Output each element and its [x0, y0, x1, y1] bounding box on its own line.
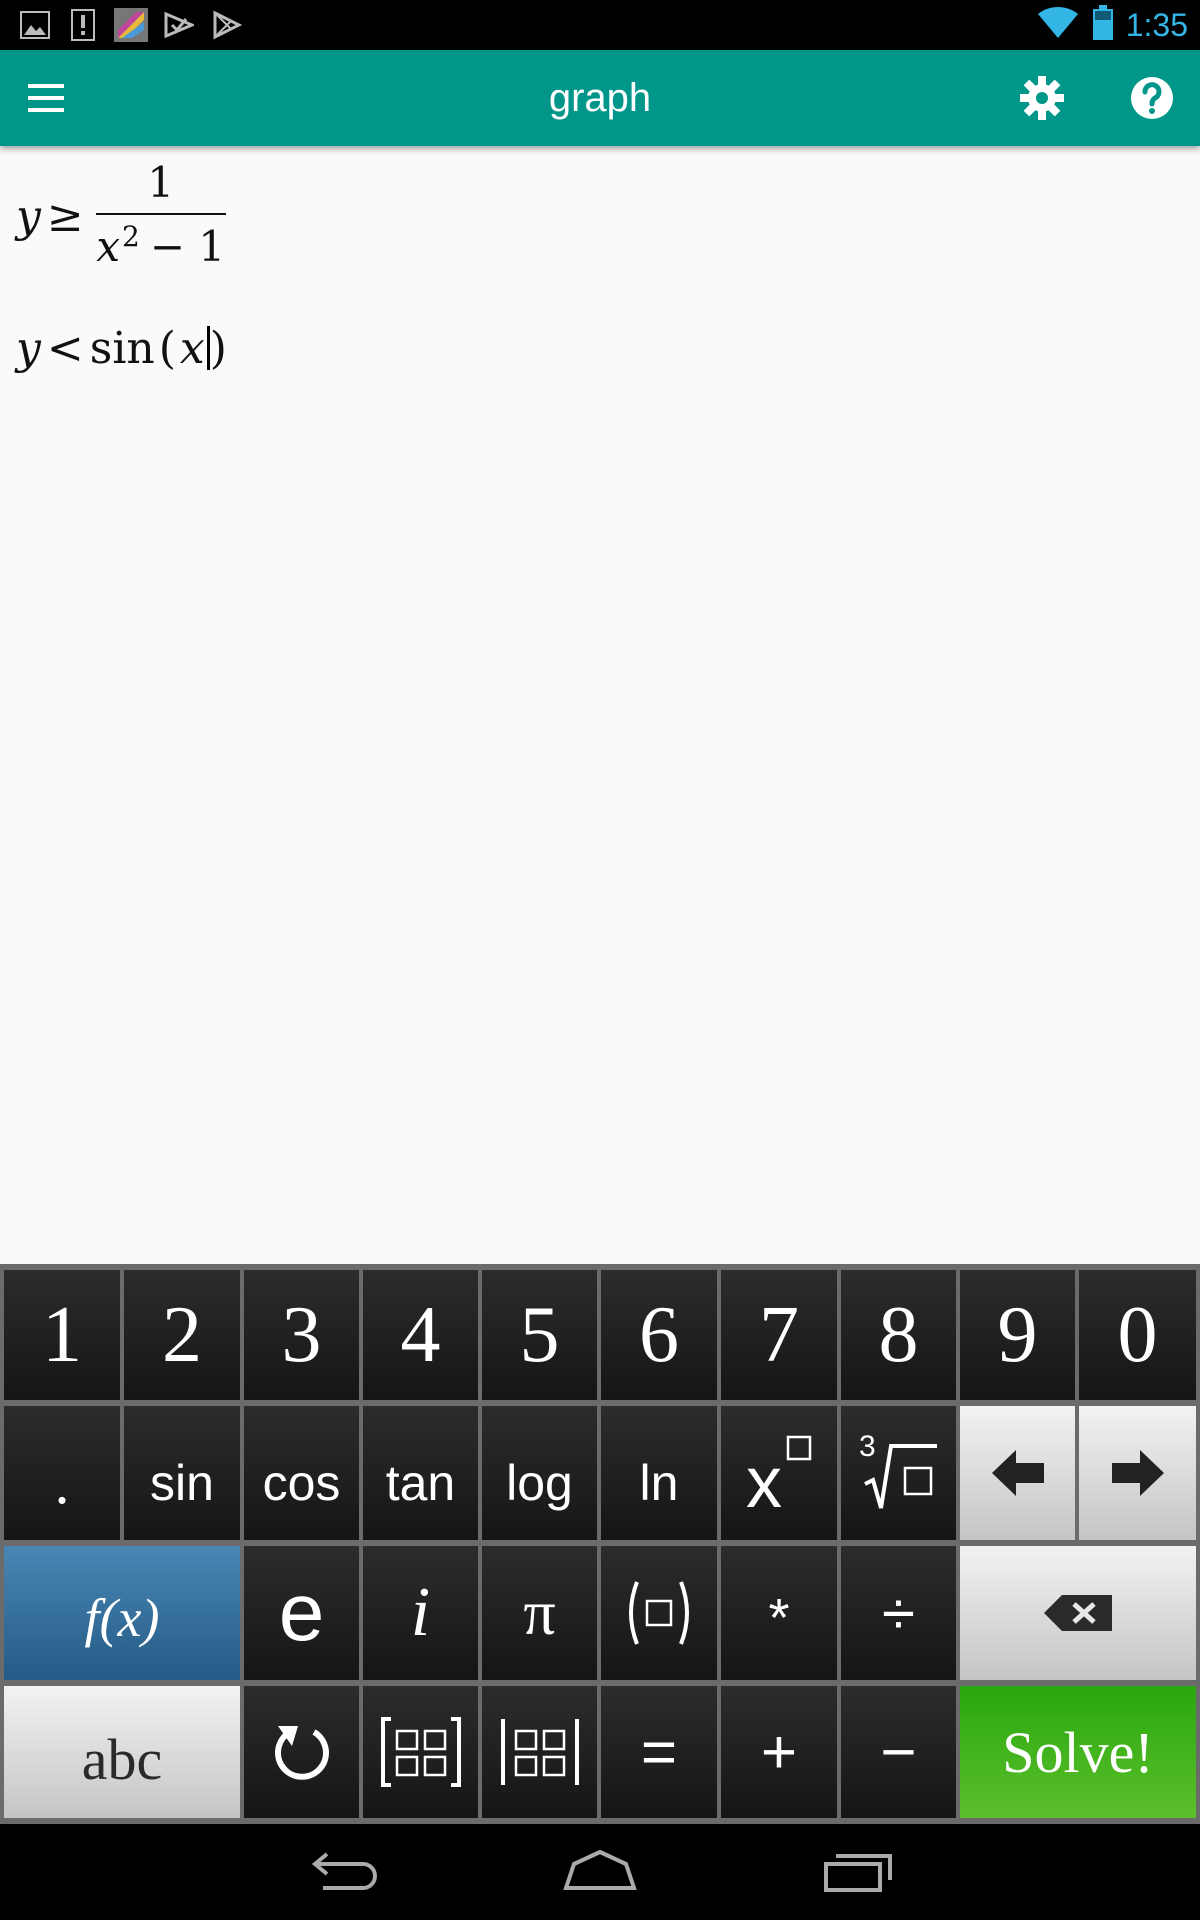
key-8[interactable]: 8: [841, 1270, 956, 1400]
key-log[interactable]: log: [482, 1406, 597, 1540]
key-minus[interactable]: −: [841, 1686, 956, 1818]
settings-button[interactable]: [1018, 74, 1066, 122]
matrix-button[interactable]: [363, 1686, 478, 1818]
arrow-right-icon: [1111, 1450, 1164, 1496]
backspace-button[interactable]: [960, 1546, 1196, 1680]
determinant-icon: [500, 1719, 579, 1785]
play-store-icon: [210, 8, 244, 42]
key-tan[interactable]: tan: [363, 1406, 478, 1540]
expression-1[interactable]: y ≥ 1 x 2 − 1: [16, 156, 226, 276]
key-cos[interactable]: cos: [244, 1406, 359, 1540]
key-9[interactable]: 9: [960, 1270, 1075, 1400]
key-plus[interactable]: +: [721, 1686, 837, 1818]
backspace-icon: [1044, 1595, 1112, 1631]
key-equals[interactable]: =: [601, 1686, 717, 1818]
key-0[interactable]: 0: [1079, 1270, 1196, 1400]
expr2-lhs: y: [16, 322, 41, 374]
key-ln[interactable]: ln: [601, 1406, 717, 1540]
abc-keyboard-button[interactable]: abc: [4, 1686, 240, 1818]
help-icon: [1131, 77, 1173, 119]
key-sin[interactable]: sin: [124, 1406, 240, 1540]
key-parentheses[interactable]: [601, 1546, 717, 1680]
expr2-func: sin: [89, 322, 155, 374]
home-icon: [563, 1849, 637, 1890]
expr1-lhs: y: [16, 190, 41, 242]
expr1-operator: ≥: [46, 190, 84, 242]
math-editor[interactable]: y ≥ 1 x 2− 1 y < sin ( x): [0, 146, 1200, 1264]
key-multiply[interactable]: *: [721, 1546, 837, 1680]
expr2-close-paren: ): [209, 322, 227, 374]
den-rest: − 1: [149, 222, 226, 271]
key-7[interactable]: 7: [721, 1270, 837, 1400]
math-keyboard: 1 2 3 4 5 6 7 8 9 0 . sin cos tan log ln…: [0, 1264, 1200, 1824]
recents-icon: [824, 1854, 892, 1892]
key-6[interactable]: 6: [601, 1270, 717, 1400]
function-mode-button[interactable]: f(x): [4, 1546, 240, 1680]
cursor-left-button[interactable]: [960, 1406, 1075, 1540]
expr2-operator: <: [46, 322, 84, 374]
matrix-icon: [380, 1717, 461, 1787]
navigation-bar: [0, 1824, 1200, 1920]
wifi-icon: [1036, 6, 1080, 44]
expr2-open-paren: (: [158, 322, 176, 374]
key-pi[interactable]: π: [482, 1546, 597, 1680]
cursor-right-button[interactable]: [1079, 1406, 1196, 1540]
undo-button[interactable]: [244, 1686, 359, 1818]
key-divide[interactable]: ÷: [841, 1546, 956, 1680]
numerator: 1: [147, 158, 175, 207]
exponent-box-icon: [786, 1435, 812, 1461]
expr2-arg: x: [179, 322, 205, 374]
gear-icon: [1020, 76, 1064, 120]
denominator: x 2 − 1: [96, 215, 225, 275]
help-button[interactable]: [1128, 74, 1176, 122]
app-icon: [114, 8, 148, 42]
key-2[interactable]: 2: [124, 1270, 240, 1400]
key-cube-root[interactable]: 3: [841, 1406, 956, 1540]
den-exponent: 2: [122, 220, 140, 253]
determinant-button[interactable]: [482, 1686, 597, 1818]
key-decimal[interactable]: .: [4, 1406, 120, 1540]
home-button[interactable]: [560, 1842, 640, 1902]
key-1[interactable]: 1: [4, 1270, 120, 1400]
key-i[interactable]: i: [363, 1546, 478, 1680]
play-games-icon: [162, 8, 196, 42]
undo-icon: [274, 1726, 329, 1780]
status-bar: 1:35: [0, 0, 1200, 50]
app-bar: graph: [0, 50, 1200, 146]
fraction: 1 x 2 − 1: [95, 157, 226, 275]
solve-button[interactable]: Solve!: [960, 1686, 1196, 1818]
back-icon: [311, 1852, 377, 1890]
den-base: x: [96, 222, 121, 271]
recents-button[interactable]: [818, 1842, 898, 1902]
battery-icon: [1092, 5, 1114, 45]
alert-icon: [66, 8, 100, 42]
key-power[interactable]: x: [721, 1406, 837, 1540]
clock: 1:35: [1125, 6, 1188, 43]
gallery-icon: [18, 8, 52, 42]
parentheses-box-icon: [629, 1581, 689, 1645]
key-4[interactable]: 4: [363, 1270, 478, 1400]
arrow-left-icon: [991, 1450, 1044, 1496]
back-button[interactable]: [303, 1842, 383, 1902]
expression-2[interactable]: y < sin ( x): [16, 318, 227, 378]
key-5[interactable]: 5: [482, 1270, 597, 1400]
key-e[interactable]: e: [244, 1546, 359, 1680]
power-base: x: [746, 1443, 782, 1523]
root-index: 3: [859, 1430, 876, 1463]
key-3[interactable]: 3: [244, 1270, 359, 1400]
